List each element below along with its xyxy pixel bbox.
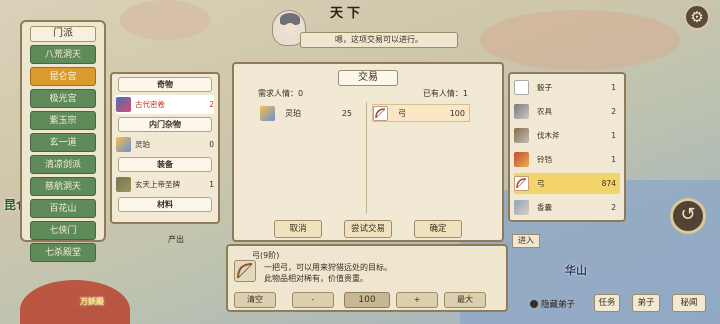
item-qty: 0 — [209, 140, 214, 149]
inventory-item-name: 弓 — [537, 179, 545, 188]
map-label-huashan: 华山 — [565, 264, 587, 277]
produce-label: 产出 — [168, 235, 184, 244]
map-label-wanyao: 万妖殿 — [80, 297, 104, 306]
cancel-button[interactable]: 取消 — [274, 220, 322, 238]
amber-icon — [116, 137, 131, 152]
sect-panel-header: 门派 — [30, 26, 96, 42]
inventory-item-name: 铃铛 — [537, 155, 552, 164]
sect-item[interactable]: 百花山 — [30, 199, 96, 218]
token-icon — [116, 177, 131, 192]
gear-icon[interactable]: ⚙ — [684, 4, 710, 30]
bow-icon — [514, 176, 529, 191]
inventory-item[interactable]: 香囊 2 — [514, 197, 620, 218]
list-item[interactable]: 玄天上帝圣牌 1 — [116, 175, 214, 194]
tasks-button[interactable]: 任务 — [594, 294, 620, 312]
bow-icon — [373, 105, 388, 121]
inventory-item-name: 伐木斧 — [537, 131, 560, 140]
inventory-item-name: 农具 — [537, 107, 552, 116]
offer-item-right[interactable]: 弓 100 — [372, 104, 470, 122]
trade-window: 交易 需求人情：0 已有人情：1 灵珀 25 弓 100 取消 尝试交易 确定 — [232, 62, 504, 242]
inventory-item-selected[interactable]: 弓 874 — [514, 173, 620, 194]
inventory-item-qty: 2 — [611, 107, 616, 116]
amber-icon — [260, 105, 275, 121]
item-name: 古代密卷 — [135, 100, 165, 109]
item-qty: 2 — [209, 100, 214, 109]
have-favor-label: 已有人情：1 — [422, 89, 468, 98]
enter-label[interactable]: 进入 — [512, 234, 540, 248]
sect-panel: 门派 八荒洞天 昆仑宫 极光宫 紫玉宗 玄一道 清凉剑派 慈航洞天 百花山 七侠… — [20, 20, 106, 262]
max-button[interactable]: 最大 — [444, 292, 486, 308]
category-header[interactable]: 材料 — [118, 197, 212, 212]
offer-right-name: 弓 — [398, 108, 406, 118]
sect-item[interactable]: 玄一道 — [30, 133, 96, 152]
sect-item[interactable]: 紫玉宗 — [30, 111, 96, 130]
inventory-item-qty: 1 — [611, 155, 616, 164]
sect-item[interactable]: 八荒洞天 — [30, 45, 96, 64]
inventory-item-qty: 1 — [611, 131, 616, 140]
scroll-icon — [116, 97, 131, 112]
dice-icon — [514, 80, 529, 95]
offer-left-value: 25 — [341, 108, 352, 118]
category-header[interactable]: 装备 — [118, 157, 212, 172]
hide-disciple-label: 隐藏弟子 — [541, 300, 576, 310]
inventory-item-name: 骰子 — [537, 83, 552, 92]
try-trade-button[interactable]: 尝试交易 — [344, 220, 392, 238]
trade-title: 交易 — [338, 70, 398, 86]
inventory-item-qty: 2 — [611, 203, 616, 212]
offer-item-left[interactable]: 灵珀 25 — [260, 104, 356, 122]
minus-button[interactable]: - — [292, 292, 334, 308]
list-item[interactable]: 古代密卷 2 — [116, 95, 214, 114]
sect-item[interactable]: 清凉剑派 — [30, 155, 96, 174]
bow-icon — [234, 260, 256, 282]
inventory-panel: 骰子 1 农具 2 伐木斧 1 铃铛 1 弓 874 香囊 2 — [508, 72, 626, 222]
item-detail-desc: 此物品相对稀有，价值贵重。 — [264, 274, 368, 283]
category-header[interactable]: 奇物 — [118, 77, 212, 92]
item-detail-desc: 一把弓，可以用来狩猎远处的目标。 — [264, 263, 392, 272]
sachet-icon — [514, 200, 529, 215]
disciples-button[interactable]: 弟子 — [632, 294, 660, 312]
sect-item[interactable]: 七侠门 — [30, 221, 96, 240]
item-name: 灵珀 — [135, 140, 150, 149]
offer-left-name: 灵珀 — [285, 108, 301, 118]
farm-tool-icon — [514, 104, 529, 119]
toggle-dot-icon — [530, 300, 538, 308]
inventory-item[interactable]: 农具 2 — [514, 101, 620, 122]
inventory-item[interactable]: 铃铛 1 — [514, 149, 620, 170]
page-title: 天下 — [330, 6, 365, 21]
sect-item-active[interactable]: 昆仑宫 — [30, 67, 96, 86]
quantity-value[interactable]: 100 — [344, 292, 390, 308]
item-detail-panel: 弓(9阶) 一把弓，可以用来狩猎远处的目标。 此物品相对稀有，价值贵重。 清空 … — [226, 244, 508, 312]
inventory-item-qty: 1 — [611, 83, 616, 92]
hide-disciple-toggle[interactable]: 隐藏弟子 — [530, 298, 575, 310]
confirm-button[interactable]: 确定 — [414, 220, 462, 238]
item-qty: 1 — [209, 180, 214, 189]
inventory-item-qty: 874 — [601, 179, 616, 188]
sect-item[interactable]: 慈航洞天 — [30, 177, 96, 196]
inventory-item-name: 香囊 — [537, 203, 552, 212]
inventory-item[interactable]: 骰子 1 — [514, 77, 620, 98]
item-name: 玄天上帝圣牌 — [135, 180, 180, 189]
item-detail-title: 弓(9阶) — [252, 251, 280, 260]
category-header[interactable]: 内门杂物 — [118, 117, 212, 132]
divider — [366, 102, 367, 214]
secrets-button[interactable]: 秘闻 — [672, 294, 706, 312]
plus-button[interactable]: + — [396, 292, 438, 308]
bell-icon — [514, 152, 529, 167]
item-category-panel: 奇物 古代密卷 2 内门杂物 灵珀 0 装备 玄天上帝圣牌 1 材料 — [110, 72, 220, 224]
need-favor-label: 需求人情：0 — [258, 89, 304, 98]
back-arrow-icon[interactable]: ↺ — [670, 198, 706, 234]
list-item[interactable]: 灵珀 0 — [116, 135, 214, 154]
sect-item[interactable]: 七杀殿堂 — [30, 243, 96, 262]
axe-icon — [514, 128, 529, 143]
inventory-item[interactable]: 伐木斧 1 — [514, 125, 620, 146]
clear-button[interactable]: 清空 — [234, 292, 276, 308]
npc-speech-bubble: 嗯，这项交易可以进行。 — [300, 32, 458, 48]
offer-right-value: 100 — [449, 108, 465, 118]
sect-item[interactable]: 极光宫 — [30, 89, 96, 108]
